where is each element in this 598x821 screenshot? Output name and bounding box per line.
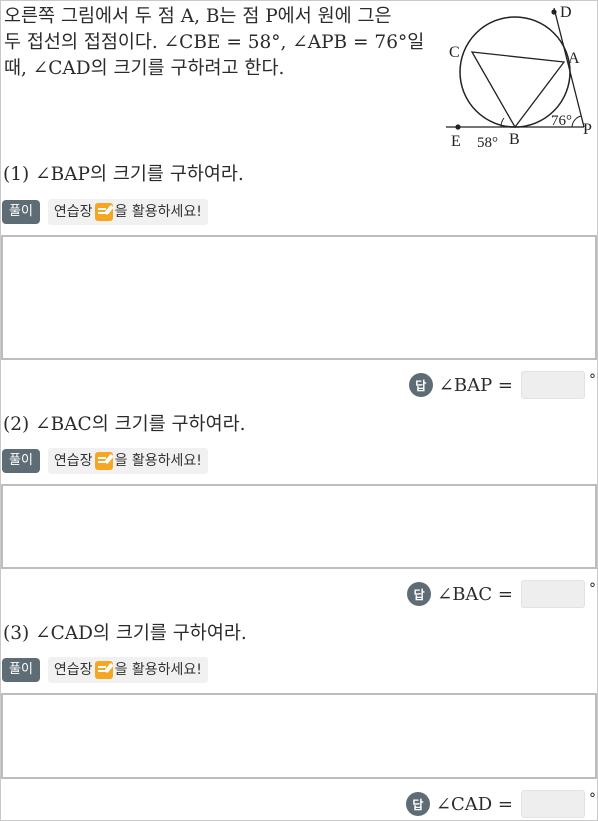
practice-pad-hint-3[interactable]: 연습장 을 활용하세요!: [47, 657, 208, 683]
question-2-title: (2) ∠BAC의 크기를 구하여라.: [3, 414, 246, 435]
problem-line-2: 두 접선의 접점이다. ∠CBE = 58°, ∠APB = 76°일: [4, 32, 425, 53]
solution-textarea-3[interactable]: [1, 693, 597, 779]
answer-input-2[interactable]: [521, 580, 585, 608]
answer-label-2: ∠BAC =: [437, 583, 513, 605]
point-e: [455, 124, 461, 130]
problem-line-1: 오른쪽 그림에서 두 점 A, B는 점 P에서 원에 그은: [4, 6, 392, 27]
answer-label-1: ∠BAP =: [438, 374, 513, 396]
hint-text-after-1: 을 활용하세요!: [114, 204, 202, 220]
degree-unit-3: °: [589, 791, 596, 807]
label-e: E: [451, 133, 461, 150]
practice-pad-icon: [94, 452, 113, 470]
point-d: [551, 9, 557, 15]
practice-pad-icon: [94, 203, 113, 221]
problem-statement: 오른쪽 그림에서 두 점 A, B는 점 P에서 원에 그은 두 접선의 접점이…: [4, 4, 434, 82]
practice-pad-hint-2[interactable]: 연습장 을 활용하세요!: [47, 448, 208, 474]
hint-text-after-2: 을 활용하세요!: [114, 453, 202, 469]
angle-arc-p: [571, 115, 582, 128]
solution-textarea-2[interactable]: [1, 484, 597, 569]
practice-pad-icon: [94, 661, 113, 679]
label-c: C: [449, 44, 460, 61]
question-1-title: (1) ∠BAP의 크기를 구하여라.: [3, 164, 244, 185]
tangent-line-dp: [553, 7, 585, 128]
question-3-title: (3) ∠CAD의 크기를 구하여라.: [3, 623, 247, 644]
label-angle-p: 76°: [551, 113, 572, 129]
answer-row-2: 답 ∠BAC = °: [407, 579, 596, 609]
label-p: P: [583, 121, 592, 138]
solution-row-1: 풀이 연습장 을 활용하세요!: [2, 199, 208, 225]
geometry-diagram: D C A E B P 58° 76°: [446, 4, 592, 151]
label-a: A: [568, 50, 580, 67]
hint-text-before-2: 연습장: [53, 453, 93, 469]
hint-text-after-3: 을 활용하세요!: [114, 662, 202, 678]
answer-badge-3: 답: [405, 792, 430, 816]
solution-button-1[interactable]: 풀이: [2, 200, 40, 224]
solution-textarea-1[interactable]: [1, 235, 597, 360]
solution-row-2: 풀이 연습장 을 활용하세요!: [2, 448, 208, 474]
answer-badge-1: 답: [408, 373, 433, 397]
label-b: B: [509, 131, 520, 148]
answer-row-3: 답 ∠CAD = °: [405, 789, 596, 819]
answer-badge-2: 답: [407, 582, 432, 606]
problem-line-3: 때, ∠CAD의 크기를 구하려고 한다.: [4, 58, 285, 79]
degree-unit-1: °: [589, 372, 596, 388]
answer-input-3[interactable]: [521, 790, 585, 818]
solution-row-3: 풀이 연습장 을 활용하세요!: [2, 657, 208, 683]
answer-row-1: 답 ∠BAP = °: [408, 370, 596, 400]
solution-button-2[interactable]: 풀이: [2, 449, 40, 473]
label-angle-b: 58°: [477, 135, 498, 151]
answer-input-1[interactable]: [521, 371, 585, 399]
hint-text-before-1: 연습장: [53, 204, 93, 220]
degree-unit-2: °: [589, 581, 596, 597]
circle: [459, 16, 571, 128]
solution-button-3[interactable]: 풀이: [2, 658, 40, 682]
answer-label-3: ∠CAD =: [435, 793, 513, 815]
practice-pad-hint-1[interactable]: 연습장 을 활용하세요!: [47, 199, 208, 225]
label-d: D: [560, 4, 572, 21]
hint-text-before-3: 연습장: [53, 662, 93, 678]
